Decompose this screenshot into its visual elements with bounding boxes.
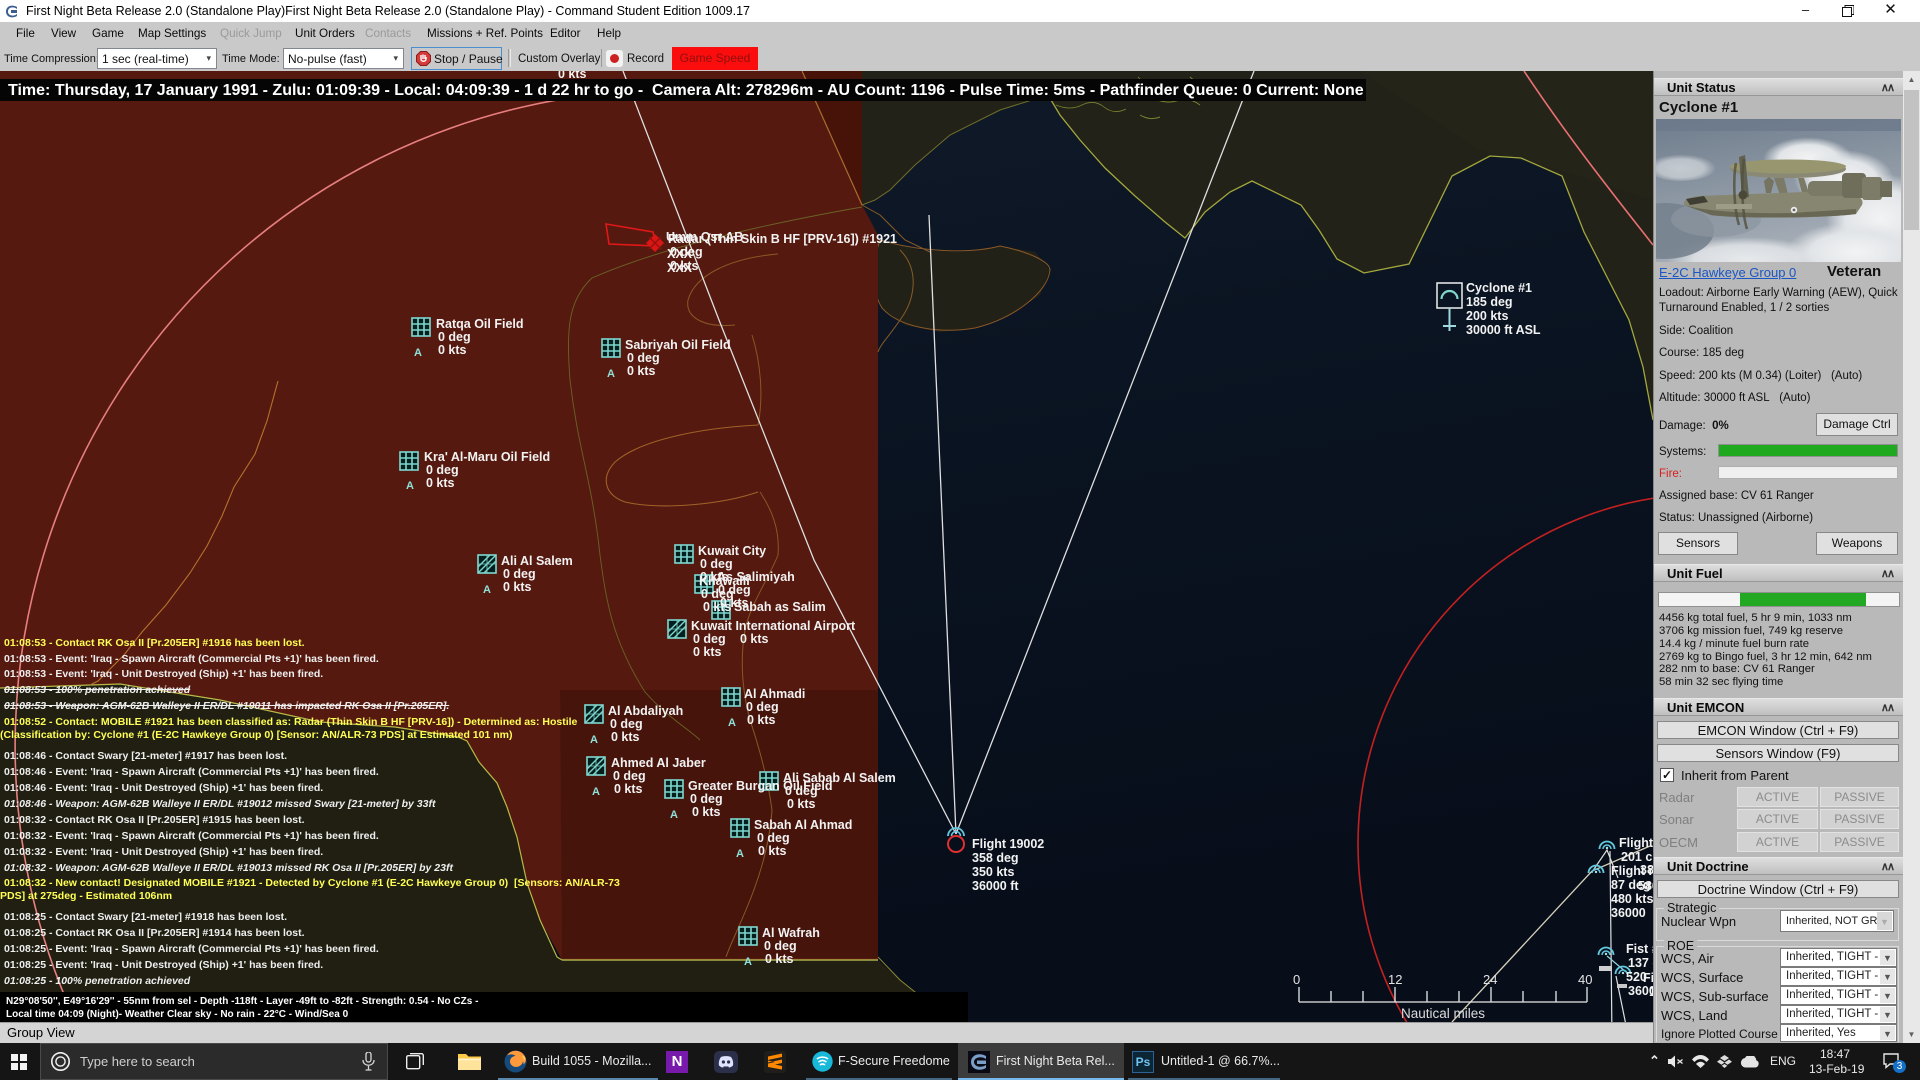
svg-text:Kuwait City: Kuwait City — [698, 544, 766, 558]
svg-text:0 deg: 0 deg — [746, 700, 779, 714]
svg-text:30000 ft ASL: 30000 ft ASL — [1466, 323, 1541, 337]
svg-text:0 kts: 0 kts — [703, 600, 732, 614]
svg-text:24: 24 — [1483, 972, 1497, 987]
svg-text:358 deg: 358 deg — [972, 851, 1019, 865]
svg-text:Ali Sabab Al Salem: Ali Sabab Al Salem — [783, 771, 896, 785]
svg-text:Radar (Thin Skin B HF [PRV-16]: Radar (Thin Skin B HF [PRV-16]) #1921 — [668, 232, 897, 246]
svg-text:350 kts: 350 kts — [972, 865, 1014, 879]
svg-text:A: A — [483, 584, 491, 596]
svg-text:0 kts: 0 kts — [611, 730, 640, 744]
svg-text:0 kts: 0 kts — [438, 343, 467, 357]
svg-text:Flight: Flight — [1619, 836, 1653, 850]
svg-text:Fist #: Fist # — [1626, 942, 1653, 956]
svg-text:200 kts: 200 kts — [1466, 309, 1508, 323]
svg-text:0 kts: 0 kts — [758, 844, 787, 858]
svg-text:36000 ft: 36000 ft — [972, 879, 1019, 893]
svg-text:Al Ahmadi: Al Ahmadi — [744, 687, 805, 701]
svg-text:Nautical miles: Nautical miles — [1401, 1006, 1485, 1021]
svg-text:0 deg: 0 deg — [700, 557, 733, 571]
svg-text:0 kts: 0 kts — [787, 797, 816, 811]
svg-text:Fis: Fis — [1643, 971, 1653, 985]
svg-text:0 deg: 0 deg — [690, 792, 723, 806]
svg-text:0: 0 — [1293, 972, 1300, 987]
svg-text:0 deg: 0 deg — [693, 632, 726, 646]
svg-text:A: A — [670, 809, 678, 821]
svg-text:380: 380 — [1640, 863, 1653, 877]
svg-text:0 deg: 0 deg — [503, 567, 536, 581]
svg-text:0 deg: 0 deg — [764, 939, 797, 953]
svg-text:0 kts: 0 kts — [692, 805, 721, 819]
svg-text:A: A — [414, 347, 422, 359]
svg-text:Cyclone #1: Cyclone #1 — [1466, 281, 1532, 295]
svg-text:Kuwait International Airport: Kuwait International Airport — [691, 619, 856, 633]
svg-text:Sabah as Salim: Sabah as Salim — [734, 600, 826, 614]
svg-text:A: A — [736, 848, 744, 860]
svg-text:0 deg: 0 deg — [613, 769, 646, 783]
svg-text:0 deg: 0 deg — [627, 351, 660, 365]
svg-text:5860: 5860 — [1638, 879, 1653, 893]
svg-text:0 kts: 0 kts — [765, 952, 794, 966]
svg-text:A: A — [590, 734, 598, 746]
svg-text:0 kts: 0 kts — [740, 632, 769, 646]
svg-text:0 kts: 0 kts — [503, 580, 532, 594]
svg-text:0 deg: 0 deg — [426, 463, 459, 477]
svg-text:A: A — [728, 717, 736, 729]
svg-text:0 kts: 0 kts — [426, 476, 455, 490]
svg-text:0 deg: 0 deg — [757, 831, 790, 845]
svg-text:Sabah Al Ahmad: Sabah Al Ahmad — [754, 818, 852, 832]
svg-text:XXX: XXX — [667, 261, 693, 275]
svg-text:Kra' Al-Maru Oil Field: Kra' Al-Maru Oil Field — [424, 450, 550, 464]
svg-text:Ali Al Salem: Ali Al Salem — [501, 554, 573, 568]
svg-text:0 deg: 0 deg — [438, 330, 471, 344]
svg-text:Al Abdaliyah: Al Abdaliyah — [608, 704, 683, 718]
svg-text:0 kts: 0 kts — [693, 645, 722, 659]
svg-text:201 c: 201 c — [1621, 850, 1652, 864]
svg-text:Ratqa Oil Field: Ratqa Oil Field — [436, 317, 524, 331]
svg-text:0 deg: 0 deg — [610, 717, 643, 731]
svg-text:Ahmed Al Jaber: Ahmed Al Jaber — [611, 756, 706, 770]
svg-text:A: A — [406, 480, 414, 492]
svg-text:0 kts: 0 kts — [747, 713, 776, 727]
svg-text:12: 12 — [1388, 972, 1402, 987]
svg-text:0 deg: 0 deg — [785, 784, 818, 798]
svg-text:Flight 19002: Flight 19002 — [972, 837, 1044, 851]
svg-text:0 kts: 0 kts — [627, 364, 656, 378]
svg-text:A: A — [607, 368, 615, 380]
svg-text:Sabriyah Oil Field: Sabriyah Oil Field — [625, 338, 731, 352]
svg-text:185 deg: 185 deg — [1466, 295, 1513, 309]
svg-text:0 kts: 0 kts — [614, 782, 643, 796]
svg-text:A: A — [744, 956, 752, 968]
svg-text:137 c: 137 c — [1628, 956, 1653, 970]
svg-text:36000: 36000 — [1611, 906, 1646, 920]
svg-text:480 kts: 480 kts — [1611, 892, 1653, 906]
svg-text:A: A — [592, 786, 600, 798]
svg-text:Al Wafrah: Al Wafrah — [762, 926, 820, 940]
svg-text:40: 40 — [1578, 972, 1592, 987]
